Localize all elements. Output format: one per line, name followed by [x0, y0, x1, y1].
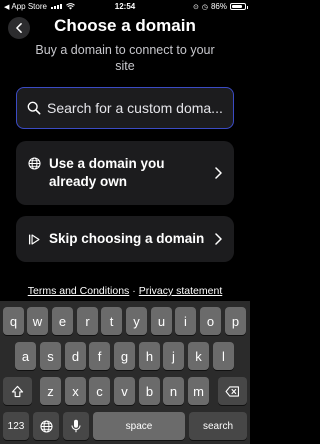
globe-icon — [28, 157, 41, 170]
space-key[interactable]: space — [93, 412, 185, 440]
status-bar-right: ⊙ ◷ 86% — [193, 2, 248, 11]
legal-separator: · — [132, 285, 136, 297]
battery-percent: 86% — [210, 2, 227, 11]
chevron-right-icon — [215, 167, 222, 179]
key-h[interactable]: h — [139, 342, 160, 370]
globe-icon — [39, 419, 53, 433]
key-p[interactable]: p — [225, 307, 246, 335]
page-title: Choose a domain — [54, 16, 196, 35]
skip-domain-label: Skip choosing a domain — [49, 231, 205, 246]
key-l[interactable]: l — [213, 342, 234, 370]
key-c[interactable]: c — [89, 377, 110, 405]
search-key[interactable]: search — [189, 412, 247, 440]
skip-domain-option[interactable]: Skip choosing a domain — [16, 216, 234, 262]
search-icon — [27, 101, 41, 115]
skip-forward-icon — [28, 234, 40, 245]
microphone-icon — [71, 419, 81, 433]
key-v[interactable]: v — [114, 377, 135, 405]
backspace-icon — [225, 385, 240, 397]
key-f[interactable]: f — [89, 342, 110, 370]
key-j[interactable]: j — [163, 342, 184, 370]
key-t[interactable]: t — [101, 307, 122, 335]
key-b[interactable]: b — [139, 377, 160, 405]
key-e[interactable]: e — [52, 307, 73, 335]
key-q[interactable]: q — [3, 307, 24, 335]
domain-search-field[interactable] — [16, 87, 234, 129]
status-bar: ◀ App Store 12:54 ⊙ ◷ 86% — [0, 0, 250, 14]
legal-links: Terms and Conditions · Privacy statement — [0, 285, 250, 297]
battery-icon — [230, 3, 248, 10]
terms-link[interactable]: Terms and Conditions — [28, 285, 130, 297]
key-o[interactable]: o — [200, 307, 221, 335]
dictation-key[interactable] — [63, 412, 89, 440]
use-own-domain-option[interactable]: Use a domain you already own — [16, 141, 234, 205]
key-d[interactable]: d — [65, 342, 86, 370]
page-subtitle: Buy a domain to connect to your site — [35, 43, 215, 73]
key-w[interactable]: w — [27, 307, 48, 335]
key-g[interactable]: g — [114, 342, 135, 370]
key-n[interactable]: n — [163, 377, 184, 405]
key-x[interactable]: x — [65, 377, 86, 405]
key-z[interactable]: z — [40, 377, 61, 405]
orientation-lock-icon: ⊙ — [193, 3, 199, 11]
key-u[interactable]: u — [151, 307, 172, 335]
domain-search-input[interactable] — [47, 100, 233, 116]
key-k[interactable]: k — [188, 342, 209, 370]
use-own-domain-label: Use a domain you already own — [49, 156, 165, 189]
globe-key[interactable] — [33, 412, 59, 440]
shift-key[interactable] — [3, 377, 32, 405]
key-y[interactable]: y — [126, 307, 147, 335]
key-a[interactable]: a — [15, 342, 36, 370]
keyboard: q w e r t y u i o p a s d f g h j k l z … — [0, 301, 250, 444]
shift-arrow-icon — [11, 385, 24, 397]
delete-key[interactable] — [218, 377, 247, 405]
numbers-key[interactable]: 123 — [3, 412, 29, 440]
privacy-link[interactable]: Privacy statement — [139, 285, 222, 297]
chevron-right-icon — [215, 233, 222, 245]
alarm-icon: ◷ — [201, 3, 208, 11]
key-r[interactable]: r — [77, 307, 98, 335]
key-m[interactable]: m — [188, 377, 209, 405]
key-i[interactable]: i — [175, 307, 196, 335]
key-s[interactable]: s — [40, 342, 61, 370]
battery-level-fill — [232, 5, 243, 8]
